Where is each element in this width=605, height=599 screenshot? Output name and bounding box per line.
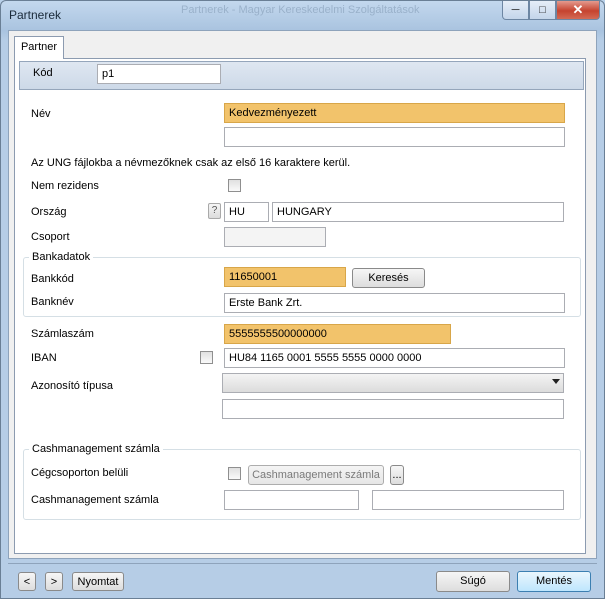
cashmanagement-field-2[interactable] [372,490,564,510]
banknev-field[interactable]: Erste Bank Zrt. [224,293,565,313]
bankkod-field[interactable]: 11650001 [224,267,346,287]
iban-field[interactable]: HU84 1165 0001 5555 5555 0000 0000 [224,348,565,368]
cashmanagement-field-1[interactable] [224,490,359,510]
bankadatok-group-title: Bankadatok [29,251,94,263]
banknev-label: Banknév [31,296,74,308]
cashmanagement-group-title: Cashmanagement számla [29,443,163,455]
nev2-field[interactable] [224,127,565,147]
caption-buttons: ─ □ ✕ [502,1,600,21]
iban-label: IBAN [31,352,57,364]
name-length-note: Az UNG fájlokba a névmezőknek csak az el… [31,157,351,169]
search-button[interactable]: Keresés [352,268,425,288]
csoport-label: Csoport [31,231,70,243]
help-icon[interactable]: ? [208,203,221,219]
window-title: Partnerek [9,8,62,22]
tab-partner[interactable]: Partner [14,36,64,59]
nev-label: Név [31,108,51,120]
azonosito2-field[interactable] [222,399,564,419]
nev-field[interactable]: Kedvezményezett [224,103,565,123]
maximize-button[interactable]: □ [529,1,556,20]
print-button[interactable]: Nyomtat [72,572,124,591]
save-button[interactable]: Mentés [517,571,591,592]
szamlaszam-field[interactable]: 5555555500000000 [224,324,451,344]
nem-rezidens-label: Nem rezidens [31,180,99,192]
close-button[interactable]: ✕ [556,1,600,20]
csoport-field[interactable] [224,227,326,247]
cashmanagement-label: Cashmanagement számla [31,494,159,506]
iban-checkbox[interactable] [200,351,213,364]
kod-field[interactable]: p1 [97,64,221,84]
nem-rezidens-checkbox[interactable] [228,179,241,192]
ellipsis-button[interactable]: ... [390,465,404,485]
azonosito-dropdown[interactable] [222,373,564,393]
kod-label: Kód [33,67,53,79]
minimize-button[interactable]: ─ [502,1,529,20]
footer-divider [8,563,597,564]
cashmanagement-button[interactable]: Cashmanagement számla [248,465,384,485]
bankkod-label: Bankkód [31,273,74,285]
cegcsoport-checkbox[interactable] [228,467,241,480]
orszag-name-field[interactable]: HUNGARY [272,202,564,222]
orszag-code-field[interactable]: HU [224,202,269,222]
chevron-down-icon [552,379,560,384]
azonosito-label: Azonosító típusa [31,380,113,392]
prev-button[interactable]: < [18,572,36,591]
cegcsoport-label: Cégcsoporton belüli [31,467,129,479]
background-window-title: Partnerek - Magyar Kereskedelmi Szolgált… [181,4,420,16]
title-bar[interactable]: Partnerek Partnerek - Magyar Kereskedelm… [1,1,604,29]
help-button[interactable]: Súgó [436,571,510,592]
next-button[interactable]: > [45,572,63,591]
orszag-label: Ország [31,206,67,218]
szamlaszam-label: Számlaszám [31,328,94,340]
